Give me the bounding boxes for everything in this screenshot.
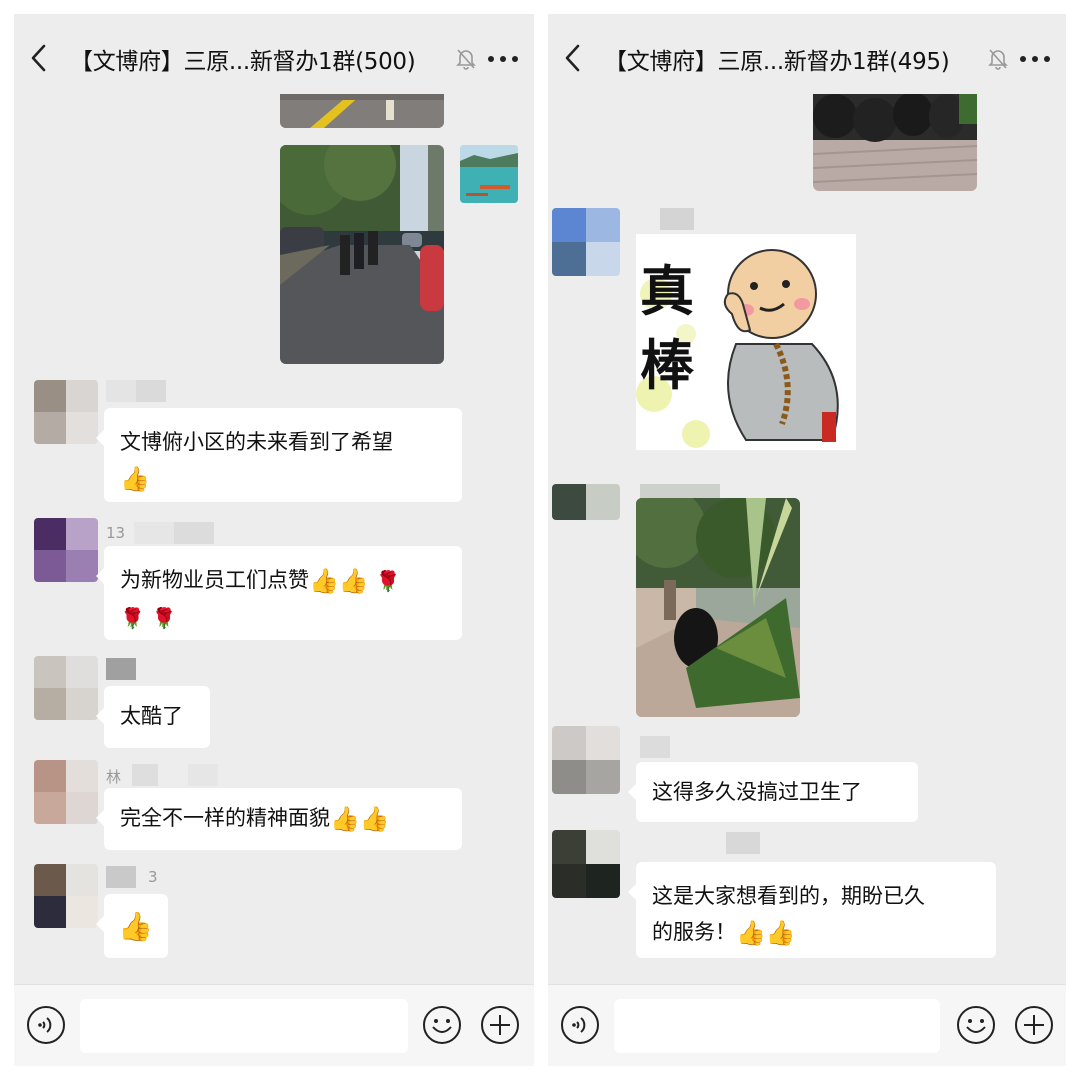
rose-emoji: 🌹 <box>120 606 145 630</box>
sticker-text: 真棒 <box>640 259 694 397</box>
message-text: 这得多久没搞过卫生了 <box>652 780 862 804</box>
sender-name-mosaic <box>134 522 234 544</box>
thumbs-up-emoji: 👍 <box>118 910 153 943</box>
voice-icon[interactable] <box>26 1005 66 1045</box>
sender-name: 3 <box>148 868 158 886</box>
mute-bell-icon <box>456 49 476 70</box>
shared-photo-garbage-bags[interactable] <box>813 94 977 191</box>
shared-photo-street[interactable] <box>280 145 444 364</box>
chat-title: 【文博府】三原...新督办1群(495) <box>604 49 950 75</box>
avatar[interactable] <box>552 208 620 276</box>
shared-photo-cleanup[interactable] <box>636 498 800 717</box>
voice-icon[interactable] <box>560 1005 600 1045</box>
avatar[interactable] <box>552 484 620 520</box>
sender-name-mosaic <box>640 832 760 854</box>
avatar[interactable] <box>34 380 98 444</box>
message-bubble[interactable]: 👍 <box>96 894 168 958</box>
message-bubble[interactable]: 这是大家想看到的，期盼已久 的服务！👍👍 <box>628 862 996 958</box>
thumbs-up-emoji: 👍👍 <box>736 919 796 947</box>
message-text: 的服务！ <box>652 920 736 944</box>
avatar[interactable] <box>34 656 98 720</box>
emoji-icon[interactable] <box>956 1005 996 1045</box>
sender-name <box>106 380 206 402</box>
message-bubble[interactable]: 文博俯小区的未来看到了希望 👍 <box>96 408 462 502</box>
sender-name-mosaic <box>132 764 232 786</box>
message-input[interactable] <box>614 999 940 1053</box>
sender-name-mosaic <box>640 208 740 230</box>
chat-window-left: 【文博府】三原...新督办1群(500) 文博俯小区的未来看到了希望 👍 13 … <box>14 14 534 1066</box>
back-arrow-icon[interactable] <box>28 42 50 74</box>
sender-name <box>106 658 206 680</box>
chat-header: 【文博府】三原...新督办1群(500) <box>14 14 534 104</box>
rose-emoji: 🌹 <box>375 569 401 593</box>
message-text: 文博俯小区的未来看到了希望 <box>120 430 393 454</box>
message-bubble[interactable]: 完全不一样的精神面貌👍👍 <box>96 788 462 850</box>
shared-photo-parking[interactable] <box>280 94 444 128</box>
rose-emoji: 🌹 <box>151 606 177 630</box>
input-bar <box>14 984 534 1066</box>
message-text: 为新物业员工们点赞 <box>120 568 309 592</box>
more-dots-icon[interactable] <box>1018 48 1052 70</box>
avatar[interactable] <box>34 518 98 582</box>
avatar[interactable] <box>34 760 98 824</box>
emoji-icon[interactable] <box>422 1005 462 1045</box>
avatar[interactable] <box>552 726 620 794</box>
message-input[interactable] <box>80 999 408 1053</box>
message-text: 太酷了 <box>120 704 183 728</box>
message-text: 这是大家想看到的，期盼已久 <box>652 884 925 908</box>
message-text: 完全不一样的精神面貌 <box>120 806 330 830</box>
chat-window-right: 【文博府】三原...新督办1群(495) 真棒 这得多久没搞过卫生了 这是大家想… <box>548 14 1066 1066</box>
plus-icon[interactable] <box>480 1005 520 1045</box>
input-bar <box>548 984 1066 1066</box>
sender-name: 林 <box>106 768 122 786</box>
avatar-self[interactable] <box>460 145 518 203</box>
sender-name: 13 <box>106 524 126 542</box>
mute-bell-icon <box>988 49 1008 70</box>
thumbs-up-emoji: 👍👍 <box>330 805 390 833</box>
more-dots-icon[interactable] <box>486 48 520 70</box>
chat-header: 【文博府】三原...新督办1群(495) <box>548 14 1066 104</box>
thumbs-up-emoji: 👍👍 <box>309 567 369 595</box>
message-bubble[interactable]: 太酷了 <box>96 686 210 748</box>
avatar[interactable] <box>552 830 620 898</box>
plus-icon[interactable] <box>1014 1005 1054 1045</box>
sticker-zhen-bang[interactable]: 真棒 <box>636 234 856 450</box>
back-arrow-icon[interactable] <box>562 42 584 74</box>
sender-name-mosaic <box>640 736 740 758</box>
message-bubble[interactable]: 这得多久没搞过卫生了 <box>628 762 918 822</box>
avatar[interactable] <box>34 864 98 928</box>
thumbs-up-emoji: 👍 <box>120 465 150 493</box>
message-bubble[interactable]: 为新物业员工们点赞👍👍 🌹 🌹 🌹 <box>96 546 462 640</box>
chat-title: 【文博府】三原...新督办1群(500) <box>70 49 416 75</box>
